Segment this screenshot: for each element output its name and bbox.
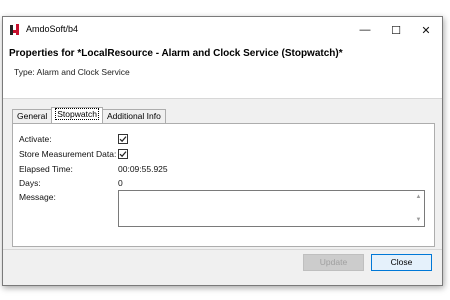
close-button[interactable]: Close [371,254,432,271]
tab-stopwatch[interactable]: Stopwatch [51,107,103,123]
tab-additional-info-label: Additional Info [106,111,161,121]
days-label: Days: [19,178,41,188]
elapsed-time-label: Elapsed Time: [19,164,73,174]
close-window-button[interactable]: ✕ [411,17,441,43]
window-title: AmdoSoft/b4 [26,24,79,34]
tab-general[interactable]: General [12,109,53,123]
tab-additional-info[interactable]: Additional Info [101,109,166,123]
checkmark-icon [119,151,127,158]
maximize-icon: ☐ [391,24,401,37]
minimize-icon: — [359,24,371,36]
store-measurement-checkbox[interactable] [118,149,128,159]
scroll-down-icon[interactable]: ▼ [414,216,423,224]
message-textarea[interactable]: ▲ ▼ [118,190,425,227]
tab-strip: General Stopwatch Additional Info [12,107,166,123]
dialog-heading: Properties for *LocalResource - Alarm an… [9,48,343,59]
stopwatch-panel: Activate: Store Measurement Data: Elapse… [12,123,435,247]
message-label: Message: [19,192,56,202]
activate-checkbox[interactable] [118,134,128,144]
scroll-up-icon[interactable]: ▲ [414,193,423,201]
checkmark-icon [119,136,127,143]
app-logo-icon [10,24,21,35]
tab-stopwatch-label: Stopwatch [55,108,99,120]
dialog-header: Properties for *LocalResource - Alarm an… [3,43,442,99]
days-value: 0 [118,178,123,188]
update-button[interactable]: Update [303,254,364,271]
close-icon: ✕ [421,24,431,37]
footer-divider [3,249,442,250]
resource-type-label: Type: Alarm and Clock Service [14,67,130,77]
properties-dialog: AmdoSoft/b4 — ☐ ✕ Properties for *LocalR… [2,16,443,286]
activate-label: Activate: [19,134,52,144]
elapsed-time-value: 00:09:55.925 [118,164,168,174]
tab-general-label: General [17,111,48,121]
maximize-button[interactable]: ☐ [381,17,411,43]
minimize-button[interactable]: — [350,17,380,43]
store-measurement-label: Store Measurement Data: [19,149,117,159]
title-bar[interactable]: AmdoSoft/b4 — ☐ ✕ [3,17,442,43]
